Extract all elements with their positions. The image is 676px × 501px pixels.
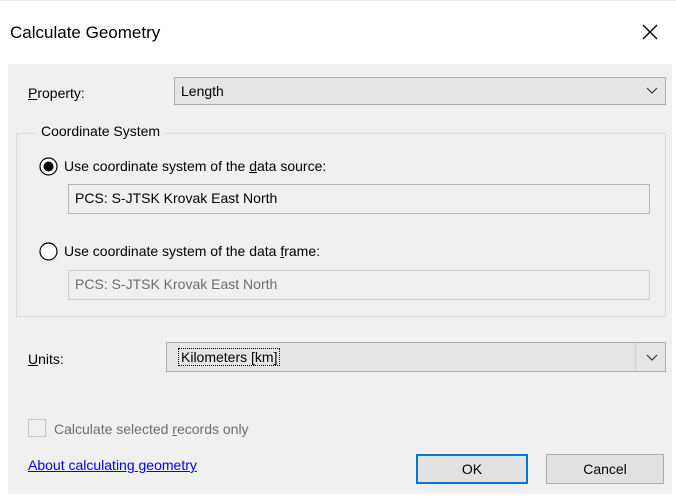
chevron-down-icon <box>646 87 658 94</box>
data-source-label[interactable]: Use coordinate system of the data source… <box>64 158 326 174</box>
units-label-rest: nits: <box>38 351 64 367</box>
dialog-title: Calculate Geometry <box>10 23 161 42</box>
selected-records-checkbox[interactable] <box>28 419 46 437</box>
property-label-rest: roperty: <box>37 85 85 101</box>
about-calculating-geometry-link[interactable]: About calculating geometry <box>28 457 197 473</box>
cancel-button[interactable]: Cancel <box>546 454 664 484</box>
selected-records-text-after: ecords only <box>176 421 249 437</box>
property-select[interactable]: Length <box>174 77 666 105</box>
chevron-down-icon <box>646 354 658 361</box>
data-frame-text-before: Use coordinate system of the data <box>64 243 281 259</box>
data-frame-text-after: rame: <box>284 243 321 259</box>
property-mnemonic: P <box>28 85 38 101</box>
data-source-coordinate-field[interactable]: PCS: S-JTSK Krovak East North <box>68 184 650 214</box>
property-value: Length <box>181 83 224 99</box>
close-icon[interactable] <box>637 19 663 45</box>
title-bar: Calculate Geometry <box>0 0 676 65</box>
selected-records-label: Calculate selected records only <box>54 421 249 437</box>
units-value: Kilometers [km] <box>177 348 281 366</box>
data-source-text-before: Use coordinate system of the <box>64 158 250 174</box>
data-source-radio[interactable] <box>39 157 58 176</box>
data-frame-coordinate-field[interactable]: PCS: S-JTSK Krovak East North <box>68 270 650 300</box>
property-label: Property: <box>28 85 85 101</box>
units-select-divider <box>635 343 636 371</box>
dialog-body: Property: Length Coordinate System Use c… <box>8 64 672 494</box>
units-select[interactable]: Kilometers [km] <box>166 342 666 372</box>
coordinate-system-legend: Coordinate System <box>36 123 166 139</box>
data-source-mnemonic: d <box>249 158 257 174</box>
data-source-text-after: ata source: <box>257 158 327 174</box>
data-frame-label[interactable]: Use coordinate system of the data frame: <box>64 243 320 259</box>
ok-button[interactable]: OK <box>416 454 528 484</box>
units-label: Units: <box>28 351 64 367</box>
units-mnemonic: U <box>28 351 39 367</box>
data-frame-radio[interactable] <box>39 242 58 261</box>
selected-records-text-before: Calculate selected <box>54 421 173 437</box>
